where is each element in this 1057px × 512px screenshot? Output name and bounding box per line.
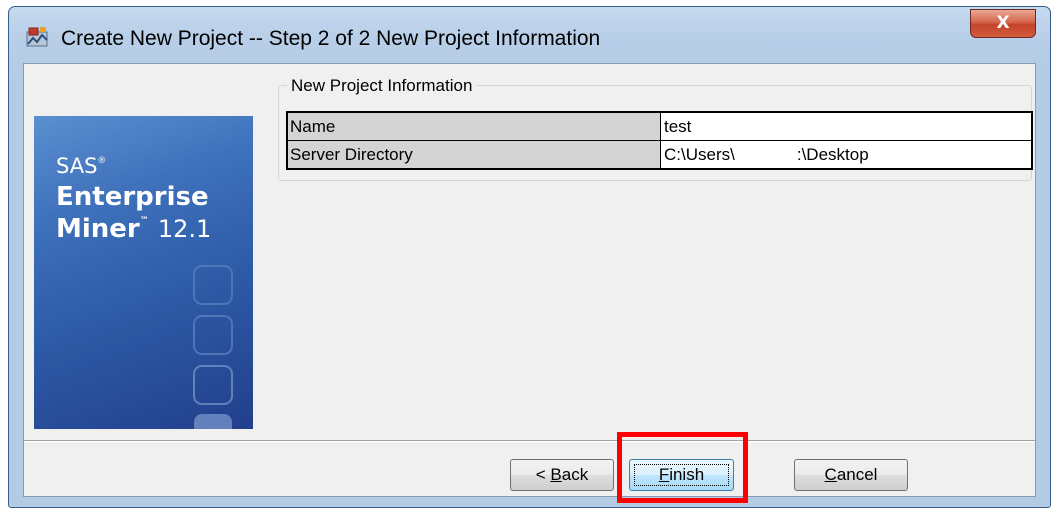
close-icon: X: [996, 13, 1010, 33]
table-row-server-directory: Server Directory C:\Users\ :\Desktop: [288, 141, 1031, 168]
title-bar: Create New Project -- Step 2 of 2 New Pr…: [9, 7, 1050, 63]
window-title: Create New Project -- Step 2 of 2 New Pr…: [61, 27, 601, 50]
project-info-table: Name test Server Directory C:\Users\ :\De…: [286, 111, 1033, 170]
name-label: Name: [288, 113, 661, 140]
table-row-name: Name test: [288, 113, 1031, 141]
group-title: New Project Information: [287, 76, 477, 96]
logo-sas-text: SAS®: [56, 154, 107, 178]
directory-path-prefix: C:\Users\: [664, 145, 735, 164]
logo-enterprise-text: Enterprise: [56, 182, 209, 212]
back-button[interactable]: < Back: [510, 459, 614, 491]
finish-highlight-box: [617, 432, 748, 503]
dialog-body: SAS® Enterprise Miner™ 12.1 New Project …: [23, 63, 1036, 497]
cancel-button[interactable]: Cancel: [794, 459, 908, 491]
server-directory-value[interactable]: C:\Users\ :\Desktop: [661, 141, 1031, 168]
close-button[interactable]: X: [970, 9, 1036, 38]
sas-app-icon: [25, 24, 51, 50]
dialog-window: Create New Project -- Step 2 of 2 New Pr…: [8, 6, 1051, 508]
redacted-username: [734, 146, 797, 165]
button-separator: [24, 440, 1035, 442]
name-value[interactable]: test: [661, 113, 1031, 140]
sas-enterprise-miner-logo: SAS® Enterprise Miner™ 12.1: [34, 116, 253, 429]
server-directory-label: Server Directory: [288, 141, 661, 168]
directory-path-suffix: :\Desktop: [796, 145, 869, 164]
logo-miner-text: Miner™ 12.1: [56, 214, 212, 244]
